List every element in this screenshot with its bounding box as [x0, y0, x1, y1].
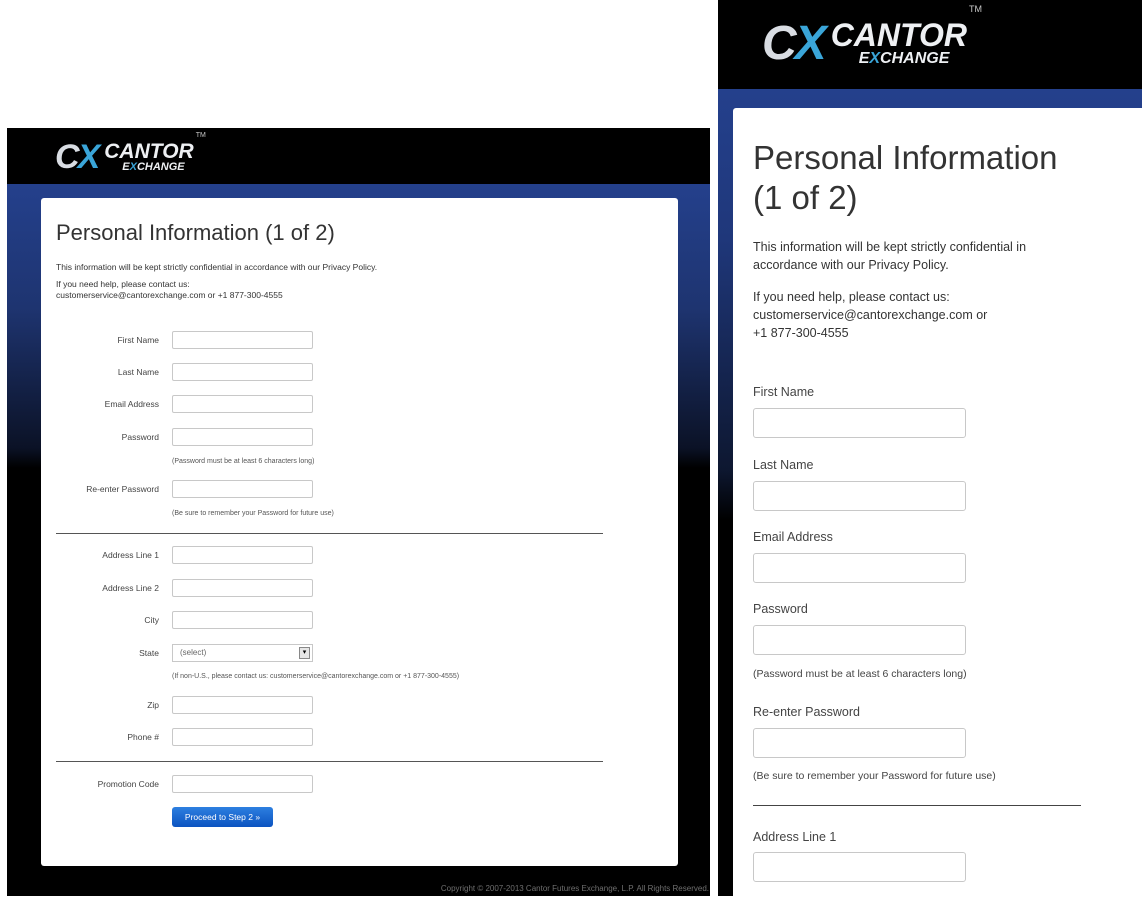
first-name-input[interactable]: [753, 408, 966, 438]
form-card: Personal Information (1 of 2) This infor…: [41, 198, 678, 866]
address2-input[interactable]: [172, 579, 313, 597]
section-divider: [753, 805, 1081, 806]
zip-input[interactable]: [172, 696, 313, 714]
password-label: Password: [121, 432, 159, 442]
zip-label: Zip: [147, 700, 159, 710]
help-contact: customerservice@cantorexchange.com or +1…: [56, 290, 283, 300]
promo-label: Promotion Code: [97, 779, 159, 789]
help-email: customerservice@cantorexchange.com or: [753, 308, 988, 322]
last-name-label: Last Name: [753, 458, 814, 472]
address2-label: Address Line 2: [102, 583, 159, 593]
logo-word-exchange: EXCHANGE: [858, 50, 950, 67]
email-label: Email Address: [753, 530, 833, 544]
form-card: Personal Information (1 of 2) This inform…: [733, 108, 1142, 908]
reenter-password-hint: (Be sure to remember your Password for f…: [172, 510, 334, 517]
first-name-row: First Name: [41, 331, 678, 351]
page-title: Personal Information (1 of 2): [753, 139, 1058, 216]
address1-label: Address Line 1: [102, 550, 159, 560]
zip-row: Zip: [41, 696, 678, 716]
address1-input[interactable]: [172, 546, 313, 564]
address2-row: Address Line 2: [41, 579, 678, 599]
password-hint: (Password must be at least 6 characters …: [172, 458, 315, 465]
reenter-password-label: Re-enter Password: [753, 705, 860, 719]
address1-input[interactable]: [753, 852, 966, 882]
cx-logo-mark: CX: [762, 16, 827, 70]
address1-label: Address Line 1: [753, 830, 837, 844]
state-row: State (select) ▾: [41, 644, 678, 664]
city-label: City: [144, 615, 159, 625]
reenter-password-input[interactable]: [172, 480, 313, 498]
logo-word-cantor: CANTOR: [830, 17, 967, 53]
cantor-exchange-logo: CX CANTOR EXCHANGE TM: [55, 132, 206, 182]
phone-input[interactable]: [172, 728, 313, 746]
page-title: Personal Information (1 of 2): [56, 220, 335, 245]
last-name-input[interactable]: [172, 363, 313, 381]
phone-row: Phone #: [41, 728, 678, 748]
first-name-input[interactable]: [172, 331, 313, 349]
password-input[interactable]: [753, 625, 966, 655]
confidential-notice: This information will be kept strictly c…: [56, 262, 378, 272]
promo-row: Promotion Code: [41, 775, 678, 795]
email-label: Email Address: [104, 399, 159, 409]
state-hint: (If non-U.S., please contact us: custome…: [172, 673, 460, 680]
promo-input[interactable]: [172, 775, 313, 793]
address1-row: Address Line 1: [41, 546, 678, 566]
trademark-mark: TM: [195, 132, 206, 139]
reenter-password-hint: (Be sure to remember your Password for f…: [753, 770, 996, 782]
reenter-password-label: Re-enter Password: [86, 484, 159, 494]
last-name-input[interactable]: [753, 481, 966, 511]
state-selected-value: (select): [180, 648, 207, 657]
reenter-password-input[interactable]: [753, 728, 966, 758]
password-label: Password: [753, 602, 808, 616]
city-row: City: [41, 611, 678, 631]
cantor-exchange-logo: CX CANTOR EXCHANGE TM: [762, 4, 982, 82]
first-name-label: First Name: [753, 385, 815, 399]
last-name-row: Last Name: [41, 363, 678, 383]
confidential-notice: This information will be kept strictly c…: [753, 240, 1027, 272]
reenter-password-row: Re-enter Password: [41, 480, 678, 500]
state-select[interactable]: (select) ▾: [172, 644, 313, 662]
copyright: Copyright © 2007-2013 Cantor Futures Exc…: [440, 884, 709, 893]
cx-logo-mark: CX: [55, 137, 100, 176]
help-intro: If you need help, please contact us:: [56, 279, 190, 289]
mobile-view: CX CANTOR EXCHANGE TM Personal Informati…: [718, 0, 1142, 908]
help-phone: +1 877-300-4555: [753, 326, 849, 340]
proceed-step2-button[interactable]: Proceed to Step 2 »: [172, 807, 273, 827]
email-input[interactable]: [172, 395, 313, 413]
password-hint: (Password must be at least 6 characters …: [753, 668, 967, 680]
section-divider: [56, 533, 603, 534]
logo-word-exchange: EXCHANGE: [122, 161, 185, 173]
city-input[interactable]: [172, 611, 313, 629]
password-row: Password: [41, 428, 678, 448]
phone-label: Phone #: [127, 732, 159, 742]
logo-word-cantor: CANTOR: [104, 140, 194, 163]
desktop-view: CX CANTOR EXCHANGE TM Personal Informati…: [7, 128, 710, 896]
section-divider: [56, 761, 603, 762]
help-intro: If you need help, please contact us:: [753, 290, 950, 304]
email-input[interactable]: [753, 553, 966, 583]
dropdown-arrow-icon[interactable]: ▾: [299, 647, 310, 659]
state-label: State: [139, 648, 159, 658]
trademark-mark: TM: [968, 4, 982, 14]
last-name-label: Last Name: [117, 367, 159, 377]
first-name-label: First Name: [117, 335, 159, 345]
email-row: Email Address: [41, 395, 678, 415]
password-input[interactable]: [172, 428, 313, 446]
